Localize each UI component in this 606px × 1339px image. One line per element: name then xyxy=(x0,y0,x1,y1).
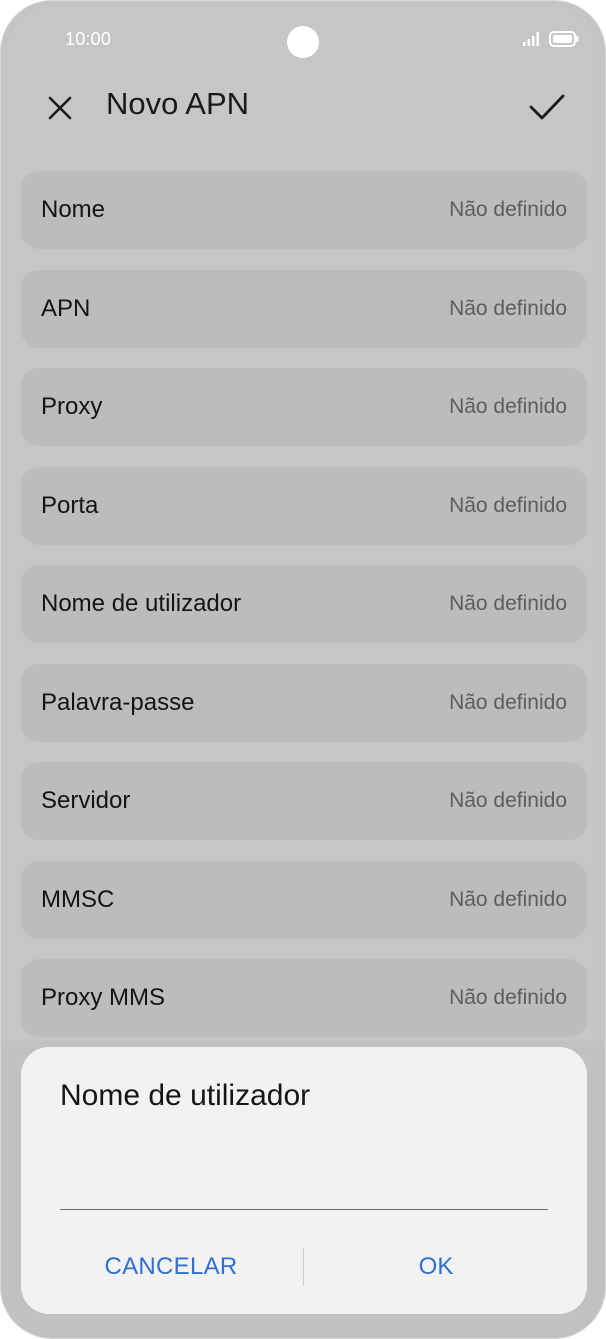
status-bar: 10:00 xyxy=(1,1,605,81)
app-bar: Novo APN xyxy=(1,81,605,131)
field-value: Não definido xyxy=(449,395,567,418)
field-palavra-passe[interactable]: Palavra-passe Não definido xyxy=(21,663,587,742)
page-title: Novo APN xyxy=(106,86,250,121)
field-proxy[interactable]: Proxy Não definido xyxy=(21,368,587,446)
battery-icon xyxy=(549,31,579,47)
field-nome[interactable]: Nome Não definido xyxy=(21,171,587,249)
field-label: Nome xyxy=(41,196,106,223)
username-dialog: Nome de utilizador CANCELAR OK xyxy=(21,1047,587,1314)
close-button[interactable] xyxy=(41,89,79,127)
field-label: Palavra-passe xyxy=(41,688,195,716)
username-input[interactable] xyxy=(60,1187,548,1210)
field-value: Não definido xyxy=(449,493,567,517)
apn-field-list: Nome Não definido APN Não definido Proxy… xyxy=(21,171,587,1058)
field-label: APN xyxy=(41,294,91,322)
field-label: MMSC xyxy=(41,885,115,913)
status-time: 10:00 xyxy=(65,29,112,49)
ok-button[interactable]: OK xyxy=(325,1245,547,1289)
front-camera xyxy=(287,26,319,58)
phone-frame: 10:00 Novo APN Nome Não definido APN Não… xyxy=(0,0,606,1339)
field-label: Proxy MMS xyxy=(41,984,166,1011)
field-apn[interactable]: APN Não definido xyxy=(21,269,587,348)
field-label: Nome de utilizador xyxy=(41,590,242,617)
dialog-title: Nome de utilizador xyxy=(60,1079,311,1112)
field-servidor[interactable]: Servidor Não definido xyxy=(21,762,587,840)
close-icon xyxy=(48,96,72,120)
save-button[interactable] xyxy=(525,85,569,129)
field-value: Não definido xyxy=(449,592,567,615)
field-value: Não definido xyxy=(449,296,567,320)
field-label: Servidor xyxy=(41,787,131,814)
signal-icon xyxy=(523,32,539,46)
field-value: Não definido xyxy=(449,887,567,911)
check-icon xyxy=(529,94,565,120)
field-value: Não definido xyxy=(449,690,567,714)
field-nome-de-utilizador[interactable]: Nome de utilizador Não definido xyxy=(21,565,587,643)
field-value: Não definido xyxy=(449,986,567,1009)
field-value: Não definido xyxy=(449,198,567,221)
button-divider xyxy=(303,1248,304,1286)
field-label: Porta xyxy=(41,491,99,519)
field-porta[interactable]: Porta Não definido xyxy=(21,466,587,545)
cancel-button[interactable]: CANCELAR xyxy=(61,1245,281,1289)
field-label: Proxy xyxy=(41,393,103,420)
field-proxy-mms[interactable]: Proxy MMS Não definido xyxy=(21,959,587,1037)
field-value: Não definido xyxy=(449,789,567,812)
field-mmsc[interactable]: MMSC Não definido xyxy=(21,860,587,939)
